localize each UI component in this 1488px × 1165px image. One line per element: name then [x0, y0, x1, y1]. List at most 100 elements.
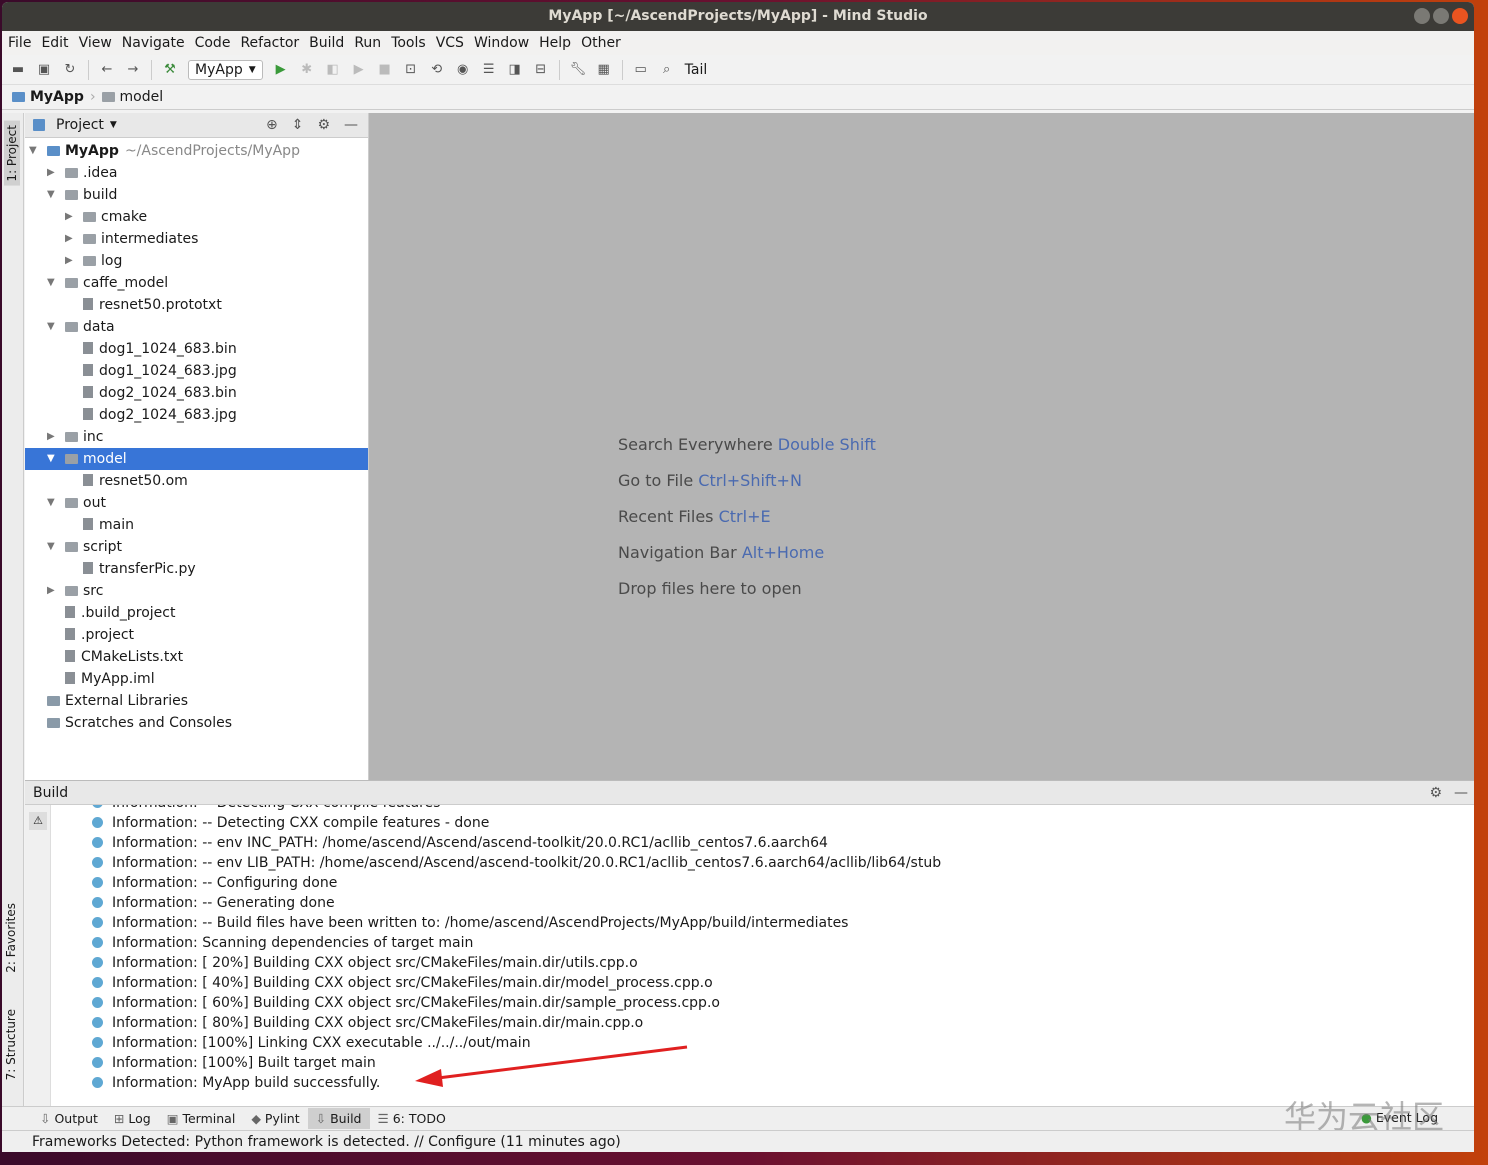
close-button[interactable]	[1452, 8, 1468, 24]
hide-icon[interactable]: —	[344, 117, 358, 133]
wrench-icon[interactable]: 🔧︎	[570, 62, 587, 77]
tab-terminal[interactable]: ▣ Terminal	[159, 1108, 244, 1129]
tab-output[interactable]: ⇩ Output	[32, 1108, 106, 1129]
chevron-right-icon[interactable]: ▶	[47, 580, 55, 602]
menu-code[interactable]: Code	[193, 35, 239, 51]
menu-help[interactable]: Help	[537, 35, 579, 51]
warning-filter-icon[interactable]: ⚠	[29, 812, 47, 830]
tree-item[interactable]: CMakeLists.txt	[25, 646, 368, 668]
build-hammer-icon[interactable]: ⚒	[162, 62, 178, 77]
chevron-right-icon[interactable]: ▶	[65, 250, 73, 272]
menu-file[interactable]: File	[6, 35, 39, 51]
run-config-select[interactable]: MyApp ▼	[188, 59, 263, 80]
collapse-icon[interactable]: ⇕	[292, 117, 304, 133]
menu-vcs[interactable]: VCS	[434, 35, 472, 51]
tree-item[interactable]: resnet50.prototxt	[25, 294, 368, 316]
chevron-down-icon[interactable]: ▼	[29, 140, 37, 162]
chevron-right-icon[interactable]: ▶	[47, 426, 55, 448]
project-structure-icon[interactable]: ▦	[596, 62, 612, 77]
chevron-down-icon[interactable]: ▼	[47, 536, 55, 558]
menu-navigate[interactable]: Navigate	[120, 35, 193, 51]
tree-item[interactable]: ▼ model	[25, 448, 368, 470]
tree-item[interactable]: MyApp.iml	[25, 668, 368, 690]
tree-item[interactable]: .project	[25, 624, 368, 646]
menu-edit[interactable]: Edit	[39, 35, 76, 51]
terminal-icon[interactable]: ▭	[633, 62, 649, 77]
breadcrumb-myapp[interactable]: MyApp	[12, 89, 84, 105]
project-view-select[interactable]: Project	[56, 117, 104, 133]
tab-build[interactable]: ⇩ Build	[307, 1108, 370, 1129]
editor-empty-area[interactable]: Search Everywhere Double Shift Go to File…	[369, 113, 1474, 780]
menu-other[interactable]: Other	[579, 35, 629, 51]
tree-item[interactable]: Scratches and Consoles	[25, 712, 368, 734]
tree-item[interactable]: ▼ build	[25, 184, 368, 206]
chevron-right-icon[interactable]: ▶	[47, 162, 55, 184]
chevron-right-icon[interactable]: ▶	[65, 228, 73, 250]
stop-icon[interactable]: ■	[377, 62, 393, 77]
maximize-button[interactable]	[1433, 8, 1449, 24]
view-icon[interactable]: ◉	[455, 62, 471, 77]
tree-item[interactable]: ▶ intermediates	[25, 228, 368, 250]
tree-item[interactable]: ▼ out	[25, 492, 368, 514]
tab-favorites[interactable]: 2: Favorites	[4, 903, 18, 973]
convert-icon[interactable]: ⟲	[429, 62, 445, 77]
forward-icon[interactable]: →	[125, 62, 141, 77]
status-message[interactable]: Frameworks Detected: Python framework is…	[32, 1134, 621, 1150]
tree-item[interactable]: ▼ script	[25, 536, 368, 558]
compare-icon[interactable]: ◨	[507, 62, 523, 77]
menu-tools[interactable]: Tools	[389, 35, 434, 51]
gear-icon[interactable]: ⚙	[317, 117, 330, 133]
menu-window[interactable]: Window	[472, 35, 537, 51]
tab-pylint[interactable]: ◆ Pylint	[243, 1108, 307, 1129]
chevron-down-icon[interactable]: ▼	[47, 272, 55, 294]
tree-item[interactable]: ▶ .idea	[25, 162, 368, 184]
tree-item[interactable]: dog2_1024_683.jpg	[25, 404, 368, 426]
chevron-down-icon[interactable]: ▼	[47, 316, 55, 338]
chevron-down-icon[interactable]: ▼	[47, 492, 55, 514]
breadcrumb-model[interactable]: model	[101, 89, 163, 105]
tree-item[interactable]: ▼ data	[25, 316, 368, 338]
menu-build[interactable]: Build	[307, 35, 352, 51]
menu-view[interactable]: View	[77, 35, 120, 51]
menu-refactor[interactable]: Refactor	[238, 35, 307, 51]
resume-icon[interactable]: ▶	[351, 62, 367, 77]
menu-run[interactable]: Run	[352, 35, 389, 51]
tree-item[interactable]: resnet50.om	[25, 470, 368, 492]
tab-structure[interactable]: 7: Structure	[4, 1009, 18, 1080]
list-icon[interactable]: ☰	[481, 62, 497, 77]
coverage-icon[interactable]: ◧	[325, 62, 341, 77]
tree-item[interactable]: External Libraries	[25, 690, 368, 712]
chevron-down-icon[interactable]: ▼	[47, 448, 55, 470]
tree-item[interactable]: transferPic.py	[25, 558, 368, 580]
back-icon[interactable]: ←	[99, 62, 115, 77]
locate-icon[interactable]: ⊕	[266, 117, 278, 133]
save-icon[interactable]: ▣	[36, 62, 52, 77]
gear-icon[interactable]: ⚙	[1429, 781, 1442, 805]
tree-item[interactable]: ▼ caffe_model	[25, 272, 368, 294]
debug-icon[interactable]: ✱	[299, 62, 315, 77]
tree-item[interactable]: dog1_1024_683.jpg	[25, 360, 368, 382]
tail-button[interactable]: Tail	[685, 62, 708, 78]
tree-item[interactable]: dog1_1024_683.bin	[25, 338, 368, 360]
tree-item[interactable]: ▶ inc	[25, 426, 368, 448]
download-icon[interactable]: ⊡	[403, 62, 419, 77]
search-icon[interactable]: ⌕	[659, 62, 675, 77]
run-icon[interactable]: ▶	[273, 62, 289, 77]
tree-item[interactable]: main	[25, 514, 368, 536]
hide-icon[interactable]: —	[1454, 781, 1468, 805]
tree-item[interactable]: ▶ src	[25, 580, 368, 602]
tree-item[interactable]: .build_project	[25, 602, 368, 624]
tab-todo[interactable]: ☰ 6: TODO	[370, 1108, 454, 1129]
open-icon[interactable]: ▬	[10, 62, 26, 77]
tree-item[interactable]: ▶ log	[25, 250, 368, 272]
sync-icon[interactable]: ↻	[62, 62, 78, 77]
device-icon[interactable]: ⊟	[533, 62, 549, 77]
tree-item[interactable]: ▼ MyApp ~/AscendProjects/MyApp	[25, 140, 368, 162]
tree-item[interactable]: dog2_1024_683.bin	[25, 382, 368, 404]
chevron-right-icon[interactable]: ▶	[65, 206, 73, 228]
tree-item[interactable]: ▶ cmake	[25, 206, 368, 228]
minimize-button[interactable]	[1414, 8, 1430, 24]
chevron-down-icon[interactable]: ▼	[47, 184, 55, 206]
tab-project[interactable]: 1: Project	[4, 121, 20, 186]
tab-log[interactable]: ⊞ Log	[106, 1108, 159, 1129]
